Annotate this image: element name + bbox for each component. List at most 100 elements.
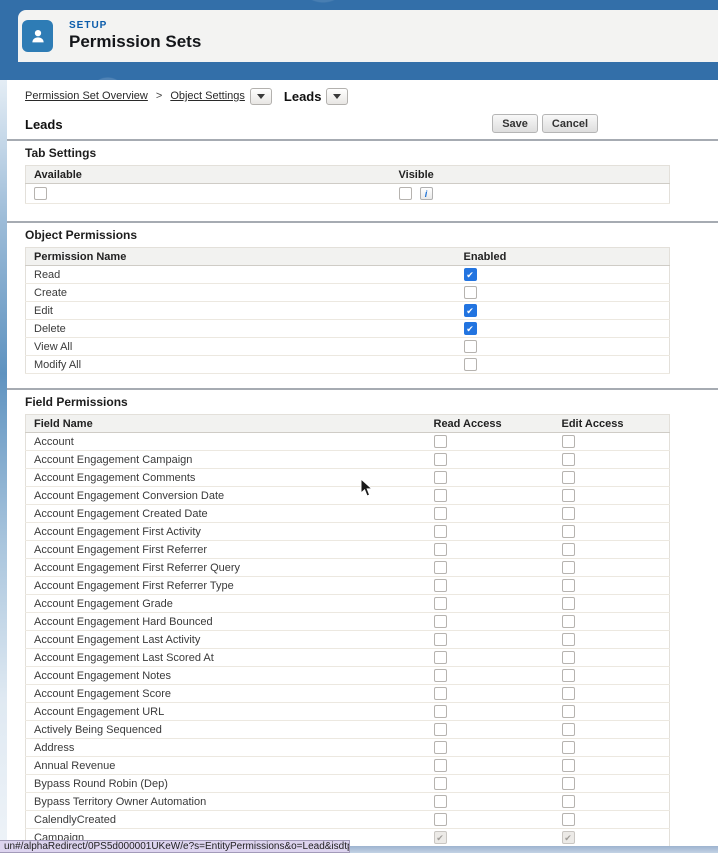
field-name-cell: Bypass Round Robin (Dep) xyxy=(25,774,426,793)
edit-access-checkbox[interactable] xyxy=(561,471,575,484)
edit-access-checkbox[interactable] xyxy=(561,633,575,646)
field-name-cell: Account Engagement First Referrer Type xyxy=(25,576,426,595)
user-icon xyxy=(22,20,53,52)
read-access-checkbox[interactable] xyxy=(433,453,447,466)
permission-name-cell: Delete xyxy=(25,319,456,338)
field-permission-row: Actively Being Sequenced xyxy=(25,720,670,739)
field-permission-row: Account Engagement Score xyxy=(25,684,670,703)
page-title: Permission Sets xyxy=(69,32,202,51)
field-permission-row: Address xyxy=(25,738,670,757)
read-access-checkbox[interactable] xyxy=(433,741,447,754)
edit-access-checkbox[interactable] xyxy=(561,561,575,574)
column-header-permission-name: Permission Name xyxy=(25,247,456,266)
edit-access-checkbox[interactable] xyxy=(561,813,575,826)
read-access-checkbox[interactable] xyxy=(433,669,447,682)
edit-access-checkbox[interactable] xyxy=(561,543,575,556)
field-name-cell: Account Engagement Score xyxy=(25,684,426,703)
field-permission-row: Account Engagement Hard Bounced xyxy=(25,612,670,631)
enabled-checkbox[interactable] xyxy=(463,340,477,353)
object-settings-dropdown-button[interactable] xyxy=(249,87,272,105)
edit-access-checkbox[interactable] xyxy=(561,579,575,592)
field-name-cell: Address xyxy=(25,738,426,757)
enabled-checkbox[interactable] xyxy=(463,358,477,371)
tab-settings-heading: Tab Settings xyxy=(25,146,97,160)
read-access-checkbox[interactable] xyxy=(433,561,447,574)
field-name-cell: Account Engagement First Referrer xyxy=(25,540,426,559)
edit-access-checkbox[interactable] xyxy=(561,687,575,700)
read-access-checkbox[interactable] xyxy=(433,507,447,520)
field-name-cell: Account Engagement Notes xyxy=(25,666,426,685)
read-access-checkbox[interactable] xyxy=(433,651,447,664)
read-access-checkbox[interactable] xyxy=(433,471,447,484)
field-permission-row: Account Engagement Campaign xyxy=(25,450,670,469)
info-icon[interactable]: i xyxy=(419,187,433,200)
field-permission-row: Annual Revenue xyxy=(25,756,670,775)
permission-name-cell: Edit xyxy=(25,301,456,320)
field-name-cell: Account Engagement URL xyxy=(25,702,426,721)
field-permissions-heading: Field Permissions xyxy=(25,395,128,409)
cancel-button[interactable]: Cancel xyxy=(541,114,598,133)
edit-access-checkbox[interactable] xyxy=(561,705,575,718)
field-name-cell: Account Engagement Last Activity xyxy=(25,630,426,649)
read-access-checkbox[interactable] xyxy=(433,813,447,826)
object-permission-row: Edit xyxy=(25,301,670,320)
tab-settings-row: i xyxy=(25,183,670,204)
edit-access-checkbox[interactable] xyxy=(561,777,575,790)
read-access-checkbox[interactable] xyxy=(433,633,447,646)
enabled-checkbox[interactable] xyxy=(463,286,477,299)
edit-access-checkbox[interactable] xyxy=(561,489,575,502)
read-access-checkbox[interactable] xyxy=(433,759,447,772)
edit-access-checkbox[interactable] xyxy=(561,507,575,520)
edit-access-checkbox[interactable] xyxy=(561,525,575,538)
object-permission-row: View All xyxy=(25,337,670,356)
permission-name-cell: Read xyxy=(25,265,456,284)
edit-access-checkbox[interactable] xyxy=(561,669,575,682)
read-access-checkbox[interactable] xyxy=(433,489,447,502)
read-access-checkbox[interactable] xyxy=(433,525,447,538)
field-name-cell: Account Engagement First Referrer Query xyxy=(25,558,426,577)
chevron-down-icon xyxy=(256,93,265,99)
edit-access-checkbox[interactable] xyxy=(561,615,575,628)
read-access-checkbox[interactable] xyxy=(433,795,447,808)
read-access-checkbox[interactable] xyxy=(433,777,447,790)
edit-access-checkbox[interactable] xyxy=(561,795,575,808)
column-header-field-name: Field Name xyxy=(25,414,426,433)
read-access-checkbox[interactable] xyxy=(433,615,447,628)
field-permission-row: Account Engagement Last Activity xyxy=(25,630,670,649)
read-access-checkbox[interactable] xyxy=(433,579,447,592)
edit-access-checkbox[interactable] xyxy=(561,435,575,448)
enabled-checkbox[interactable] xyxy=(463,304,477,317)
visible-checkbox[interactable] xyxy=(398,187,412,200)
edit-access-checkbox[interactable] xyxy=(561,651,575,664)
read-access-checkbox[interactable] xyxy=(433,597,447,610)
read-access-checkbox[interactable] xyxy=(433,435,447,448)
edit-access-checkbox[interactable] xyxy=(561,597,575,610)
edit-access-checkbox[interactable] xyxy=(561,723,575,736)
read-access-checkbox[interactable] xyxy=(433,543,447,556)
read-access-checkbox[interactable] xyxy=(433,723,447,736)
edit-access-checkbox[interactable] xyxy=(561,741,575,754)
enabled-checkbox[interactable] xyxy=(463,268,477,281)
chevron-down-icon xyxy=(333,93,342,99)
edit-access-checkbox xyxy=(561,831,575,844)
enabled-checkbox[interactable] xyxy=(463,322,477,335)
read-access-checkbox[interactable] xyxy=(433,687,447,700)
read-access-checkbox[interactable] xyxy=(433,705,447,718)
object-permission-row: Read xyxy=(25,265,670,284)
leads-dropdown-button[interactable] xyxy=(326,87,349,105)
breadcrumb-link-permission-set-overview[interactable]: Permission Set Overview xyxy=(25,90,148,102)
object-permission-row: Modify All xyxy=(25,355,670,374)
save-button[interactable]: Save xyxy=(492,114,538,133)
field-permission-row: CalendlyCreated xyxy=(25,810,670,829)
field-permission-row: Account Engagement Notes xyxy=(25,666,670,685)
mouse-cursor-icon xyxy=(360,478,374,497)
breadcrumb-current-object: Leads xyxy=(283,88,322,104)
breadcrumb-link-object-settings[interactable]: Object Settings xyxy=(170,90,245,102)
edit-access-checkbox[interactable] xyxy=(561,759,575,772)
permission-name-cell: Create xyxy=(25,283,456,302)
edit-access-checkbox[interactable] xyxy=(561,453,575,466)
section-divider xyxy=(7,221,718,223)
available-checkbox[interactable] xyxy=(34,187,47,200)
field-permission-row: Account Engagement Created Date xyxy=(25,504,670,523)
field-name-cell: Account xyxy=(25,432,426,451)
